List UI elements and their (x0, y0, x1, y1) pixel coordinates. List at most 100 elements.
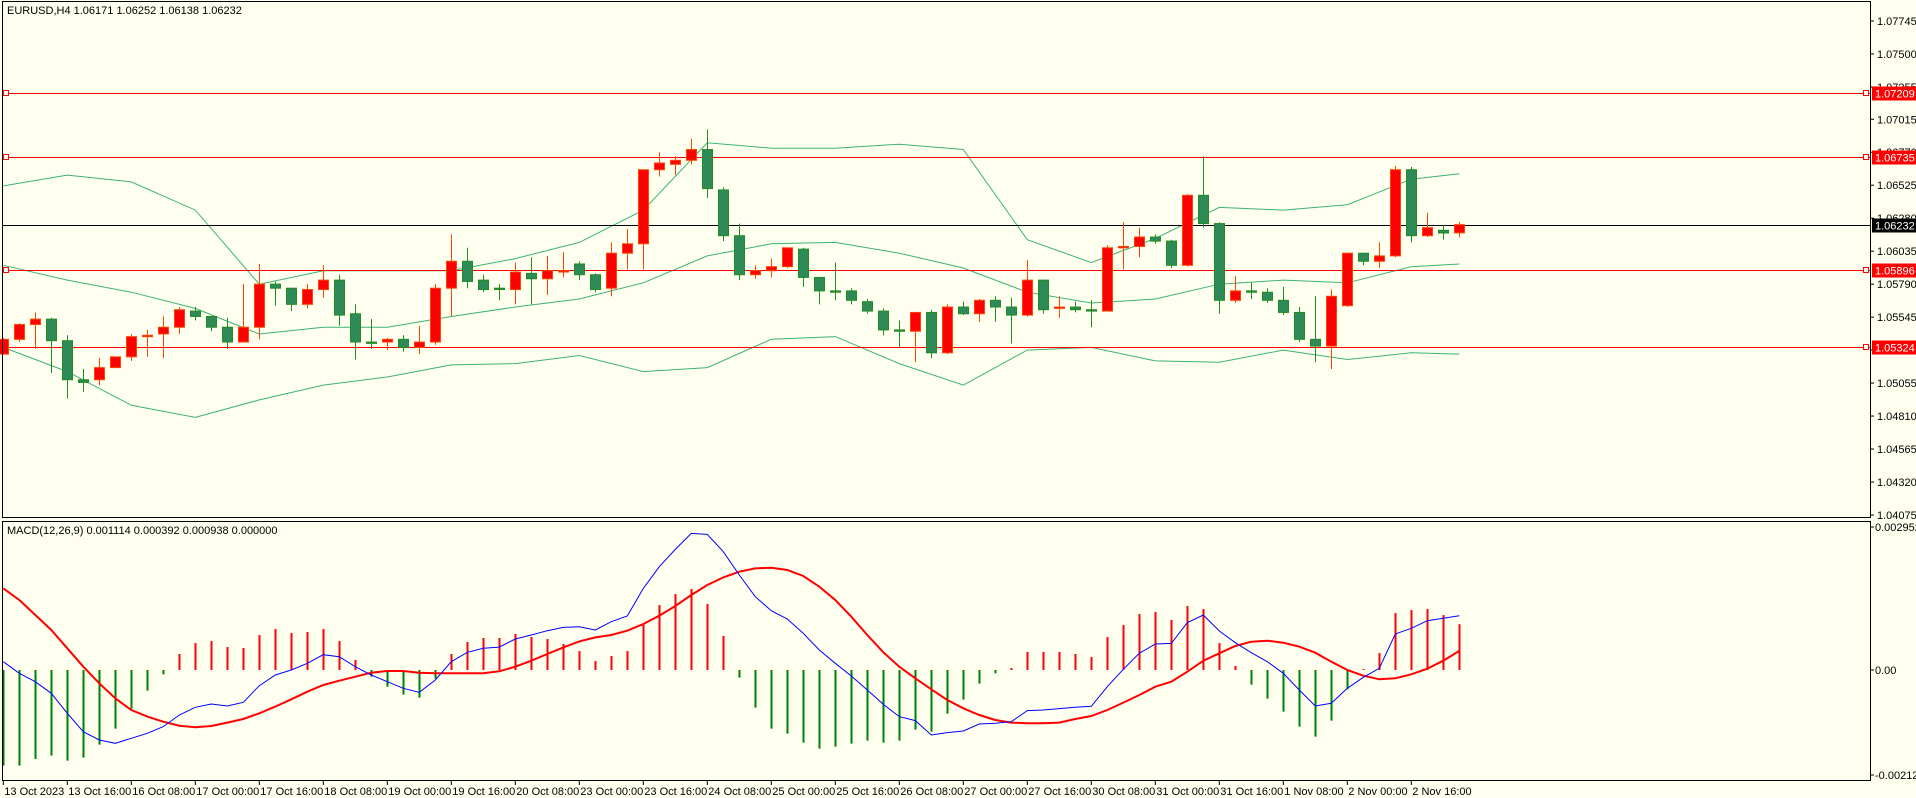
time-tick-label: 20 Oct 08:00 (516, 786, 579, 798)
time-tick-label: 17 Oct 16:00 (260, 786, 323, 798)
candle-body (398, 338, 409, 348)
candle-body (1150, 236, 1161, 242)
time-tick-label: 26 Oct 08:00 (900, 786, 963, 798)
time-tick-label: 17 Oct 00:00 (196, 786, 259, 798)
price-tick-label: 1.04320 (1877, 477, 1916, 489)
candle-body (222, 326, 233, 343)
candle-body (0, 338, 9, 355)
trading-chart[interactable]: 1.077451.075001.072551.070151.067701.065… (0, 0, 1916, 798)
candle-body (158, 326, 169, 335)
candle-body (894, 329, 905, 332)
candle-body (286, 287, 297, 305)
time-tick-label: 31 Oct 16:00 (1220, 786, 1283, 798)
price-tick-label: 1.05545 (1877, 312, 1916, 324)
candle-body (238, 326, 249, 343)
candle-body (798, 248, 809, 278)
candle-body (846, 290, 857, 301)
candle-body (526, 272, 537, 280)
candle-body (462, 260, 473, 282)
candle-body (510, 271, 521, 291)
price-tick-label: 1.04565 (1877, 444, 1916, 456)
candle-body (94, 367, 105, 381)
bull-candle (126, 333, 137, 361)
price-tick-label: 1.07745 (1877, 16, 1916, 28)
candle-body (606, 252, 617, 289)
candle-body (558, 270, 569, 273)
candle-body (686, 149, 697, 161)
line-handle-left[interactable] (3, 267, 9, 273)
candle-body (1214, 223, 1225, 301)
candle-body (206, 315, 217, 328)
candle-body (174, 309, 185, 328)
price-tick-label: 1.04075 (1877, 510, 1916, 522)
time-tick-label: 27 Oct 16:00 (1028, 786, 1091, 798)
time-tick-label: 27 Oct 00:00 (964, 786, 1027, 798)
bear-candle (590, 273, 601, 293)
candle-body (1342, 252, 1353, 307)
bear-candle (862, 298, 873, 314)
candle-body (1182, 194, 1193, 266)
candle-body (382, 338, 393, 343)
candle-body (958, 306, 969, 315)
price-tag-label: 1.05324 (1875, 343, 1915, 355)
candle-body (1102, 247, 1113, 312)
symbol-info-label: EURUSD,H4 1.06171 1.06252 1.06138 1.0623… (7, 5, 242, 17)
candle-body (478, 279, 489, 291)
line-handle-right[interactable] (1863, 267, 1869, 273)
time-tick-label: 1 Nov 08:00 (1284, 786, 1343, 798)
candle-body (126, 336, 137, 358)
time-tick-label: 23 Oct 00:00 (580, 786, 643, 798)
time-tick-label: 25 Oct 16:00 (836, 786, 899, 798)
bull-candle (430, 284, 441, 345)
candle-body (1054, 306, 1065, 309)
candle-body (830, 290, 841, 293)
line-handle-right[interactable] (1863, 344, 1869, 350)
line-handle-right[interactable] (1863, 90, 1869, 96)
candle-body (1118, 245, 1129, 249)
candle-body (1422, 227, 1433, 237)
line-handle-left[interactable] (3, 90, 9, 96)
candle-body (718, 189, 729, 237)
candle-body (1070, 306, 1081, 311)
candle-body (46, 318, 57, 342)
candle-body (974, 299, 985, 315)
bull-candle (1182, 193, 1193, 267)
candle-body (142, 334, 153, 338)
candle-body (1038, 279, 1049, 311)
chart-background (0, 0, 1916, 798)
macd-tick-label: 0.002952 (1875, 522, 1916, 534)
line-handle-right[interactable] (1863, 154, 1869, 160)
candle-body (1134, 236, 1145, 247)
candle-body (638, 169, 649, 245)
candle-body (334, 279, 345, 316)
bull-candle (110, 356, 121, 369)
bull-candle (0, 337, 9, 355)
macd-info-label: MACD(12,26,9) 0.001114 0.000392 0.000938… (7, 525, 278, 537)
candle-body (782, 247, 793, 268)
candle-body (1326, 295, 1337, 347)
bear-candle (926, 309, 937, 359)
candle-body (670, 159, 681, 165)
price-tag-label: 1.07209 (1875, 89, 1915, 101)
candle-body (734, 235, 745, 276)
candle-body (942, 306, 953, 354)
candle-body (1294, 311, 1305, 340)
bull-candle (1390, 165, 1401, 258)
time-tick-label: 31 Oct 00:00 (1156, 786, 1219, 798)
candle-body (1278, 299, 1289, 313)
candle-body (702, 149, 713, 190)
candle-body (926, 311, 937, 354)
time-tick-label: 13 Oct 2023 (4, 786, 64, 798)
candle-body (270, 283, 281, 289)
price-tick-label: 1.06035 (1877, 246, 1916, 258)
bull-candle (1102, 245, 1113, 312)
candle-body (318, 279, 329, 291)
candle-body (1022, 279, 1033, 316)
candle-body (1454, 224, 1465, 234)
line-handle-left[interactable] (3, 154, 9, 160)
candle-body (1086, 309, 1097, 312)
candle-body (750, 270, 761, 276)
bear-candle (1166, 239, 1177, 268)
candle-body (62, 340, 73, 381)
price-tag-label: 1.06232 (1875, 221, 1915, 233)
